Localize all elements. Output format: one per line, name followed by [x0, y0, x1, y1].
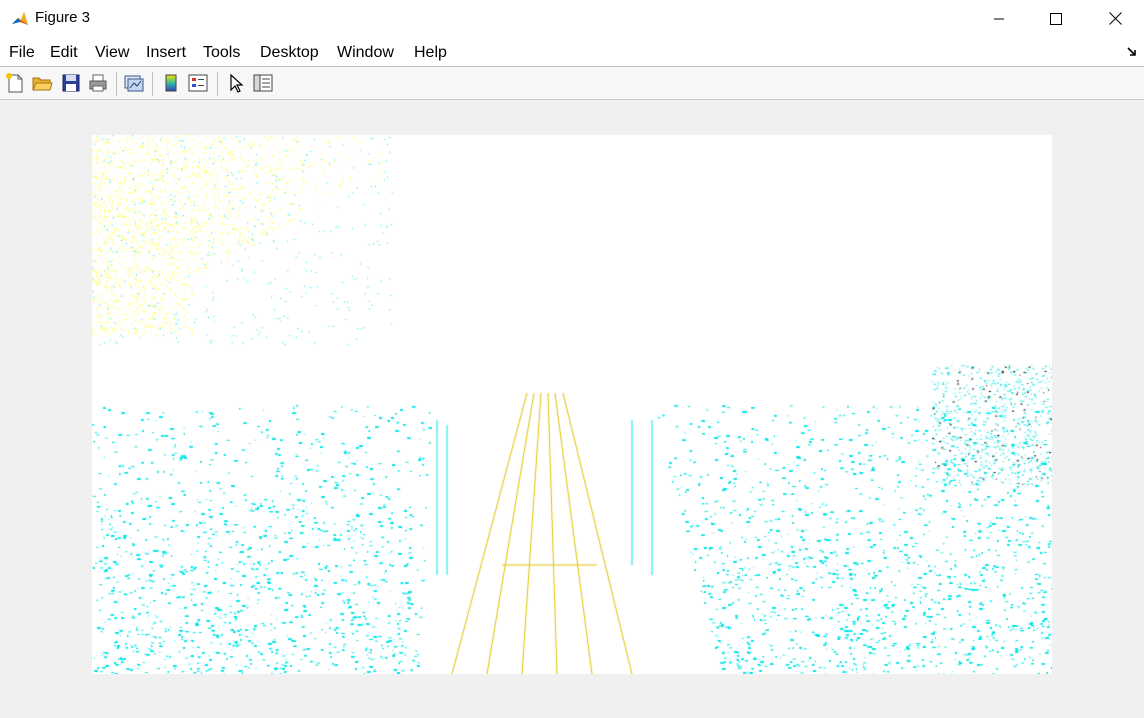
- menu-view[interactable]: View: [95, 44, 129, 62]
- folder-open-icon: [32, 77, 53, 91]
- menu-window[interactable]: Window: [337, 44, 394, 62]
- toolbar-separator: [116, 72, 117, 96]
- dock-arrow-icon[interactable]: [1126, 46, 1138, 58]
- menu-insert[interactable]: Insert: [146, 44, 186, 62]
- matlab-icon: [10, 9, 30, 29]
- save-figure-button[interactable]: [60, 72, 82, 94]
- toolbar-separator: [217, 72, 218, 96]
- plot-tools-icon: [253, 74, 273, 92]
- link-plot-button[interactable]: [123, 72, 145, 94]
- figure-toolbar: [0, 67, 1144, 100]
- edit-plot-button[interactable]: [225, 72, 247, 94]
- new-file-icon: [6, 73, 23, 93]
- close-button[interactable]: [1092, 0, 1138, 37]
- toolbar-separator: [152, 72, 153, 96]
- legend-icon: [188, 74, 208, 92]
- plot-tools-button[interactable]: [252, 72, 274, 94]
- menu-desktop[interactable]: Desktop: [260, 44, 319, 62]
- close-icon: [1108, 12, 1122, 25]
- insert-colorbar-button[interactable]: [160, 72, 182, 94]
- pointer-icon: [230, 73, 244, 93]
- menu-file[interactable]: File: [9, 44, 35, 62]
- menu-bar: File Edit View Insert Tools Desktop Wind…: [0, 37, 1144, 67]
- printer-icon: [89, 74, 107, 92]
- maximize-button[interactable]: [1033, 0, 1079, 37]
- maximize-icon: [1050, 12, 1062, 25]
- new-figure-button[interactable]: [4, 72, 26, 94]
- save-icon: [62, 74, 80, 92]
- minimize-icon: [994, 18, 1004, 19]
- menu-edit[interactable]: Edit: [50, 44, 78, 62]
- image-canvas: [92, 135, 1052, 674]
- window-title: Figure 3: [35, 9, 91, 26]
- menu-tools[interactable]: Tools: [203, 44, 240, 62]
- open-file-button[interactable]: [31, 72, 53, 94]
- link-plot-icon: [124, 75, 144, 92]
- title-bar: Figure 3: [0, 0, 1144, 37]
- edge-detection-image[interactable]: [92, 135, 1052, 674]
- menu-help[interactable]: Help: [414, 44, 447, 62]
- minimize-button[interactable]: [976, 0, 1022, 37]
- insert-legend-button[interactable]: [187, 72, 209, 94]
- print-figure-button[interactable]: [87, 72, 109, 94]
- colorbar-icon: [165, 74, 177, 92]
